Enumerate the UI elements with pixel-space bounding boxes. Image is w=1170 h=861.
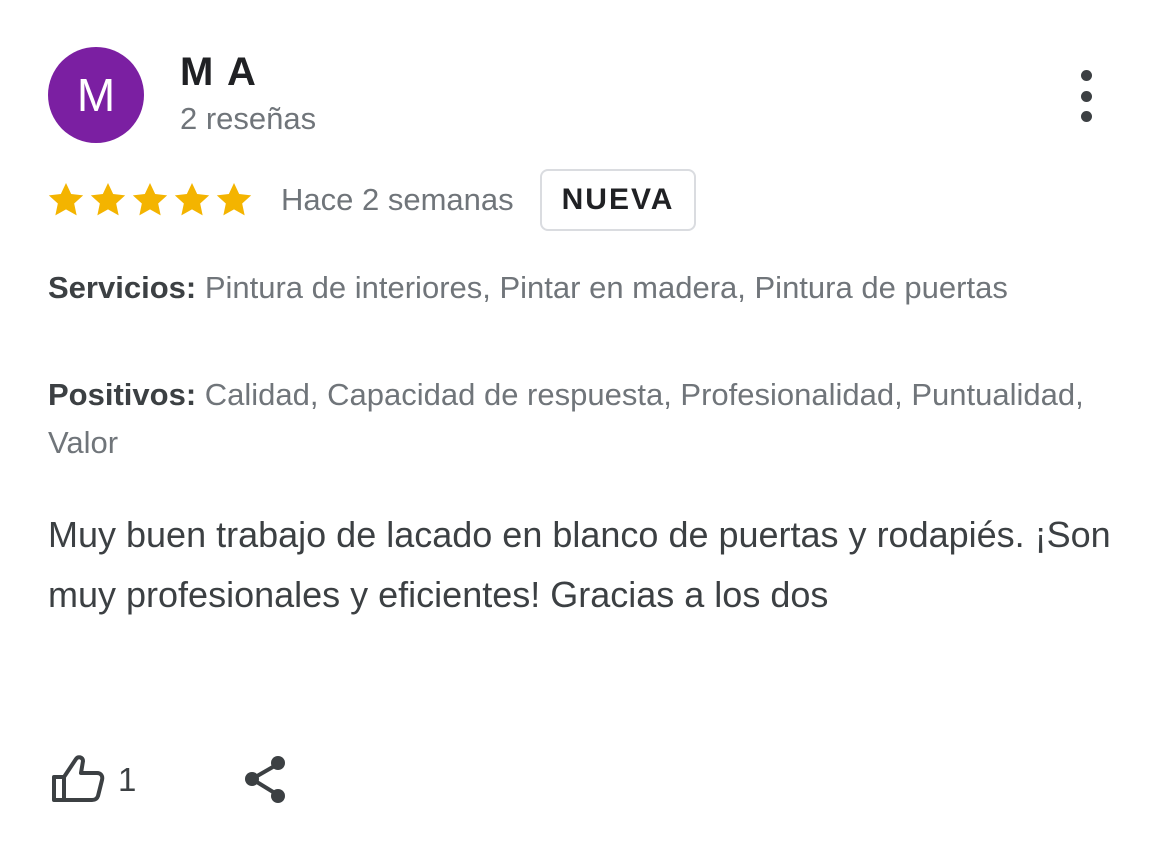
- services-label: Servicios:: [48, 270, 197, 305]
- like-count: 1: [118, 761, 137, 798]
- star-icon: [132, 183, 168, 216]
- more-vertical-icon-dot: [1080, 111, 1092, 122]
- more-vertical-icon-dot: [1080, 90, 1092, 102]
- share-icon[interactable]: [236, 750, 296, 810]
- review-date: Hace 2 semanas: [281, 182, 514, 217]
- new-badge: NUEVA: [539, 169, 697, 231]
- star-icon: [90, 183, 126, 216]
- star-rating: [46, 180, 256, 220]
- review-text: Muy buen trabajo de lacado en blanco de …: [48, 514, 1111, 615]
- like-button[interactable]: 1: [48, 750, 136, 810]
- thumbs-up-icon: [52, 755, 105, 802]
- star-icon: [174, 183, 210, 216]
- positives-label: Positivos:: [48, 377, 197, 412]
- services-value: Pintura de interiores, Pintar en madera,…: [204, 270, 1008, 305]
- more-options-button[interactable]: [1064, 68, 1108, 124]
- positives-attribute: Positivos: Calidad, Capacidad de respues…: [48, 371, 1128, 467]
- star-icon: [48, 183, 84, 216]
- rating-row: Hace 2 semanas NUEVA: [46, 167, 697, 233]
- avatar[interactable]: M: [48, 47, 144, 143]
- review-actions: 1: [48, 748, 296, 812]
- positives-value: Calidad, Capacidad de respuesta, Profesi…: [48, 377, 1084, 460]
- review-count: 2 reseñas: [180, 101, 317, 136]
- more-vertical-icon: [1080, 70, 1092, 81]
- services-attribute: Servicios: Pintura de interiores, Pintar…: [48, 264, 1128, 312]
- star-icon: [216, 183, 252, 216]
- author-name[interactable]: M A: [180, 50, 258, 94]
